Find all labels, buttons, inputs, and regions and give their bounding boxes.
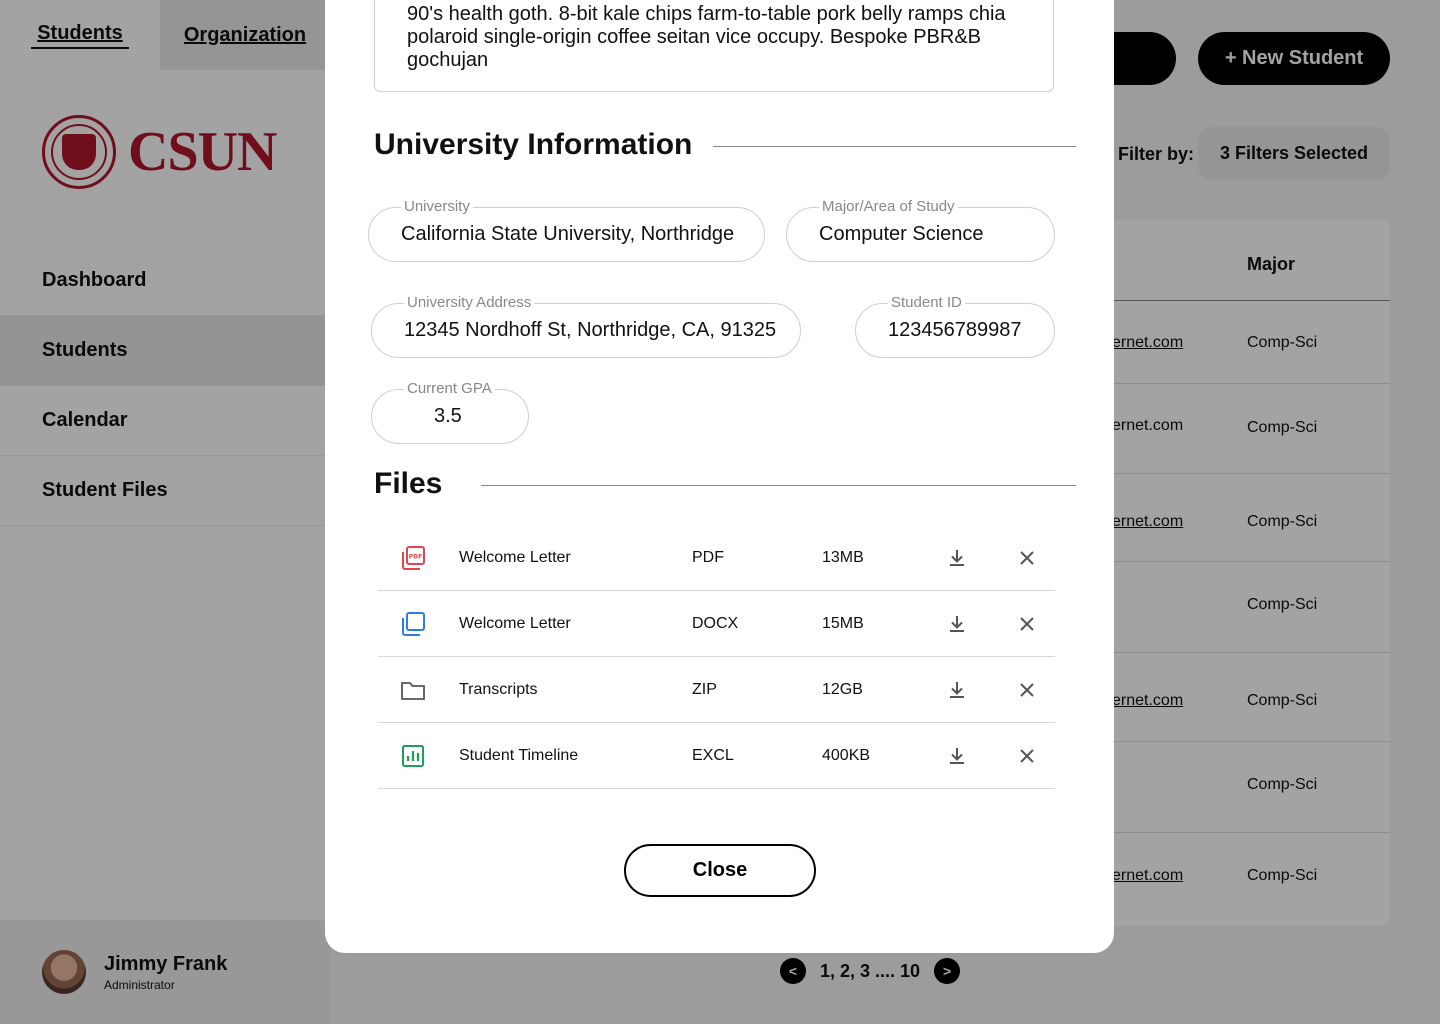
university-address-field[interactable]: University Address 12345 Nordhoff St, No…	[371, 294, 801, 358]
download-icon[interactable]	[946, 745, 968, 767]
file-name: Transcripts	[459, 680, 538, 698]
close-icon[interactable]	[1017, 614, 1037, 634]
chart-icon	[402, 744, 424, 767]
download-icon[interactable]	[946, 679, 968, 701]
section-divider	[713, 146, 1076, 147]
field-value: California State University, Northridge	[401, 223, 735, 245]
field-label: University Address	[404, 294, 535, 312]
field-label: Current GPA	[404, 380, 495, 398]
file-name: Student Timeline	[459, 746, 579, 764]
file-type: ZIP	[692, 680, 717, 698]
field-label: Major/Area of Study	[819, 198, 958, 216]
file-row[interactable]: PDF Welcome Letter PDF 13MB	[378, 525, 1055, 591]
file-type: EXCL	[692, 746, 734, 764]
close-icon[interactable]	[1017, 746, 1037, 766]
close-icon[interactable]	[1017, 548, 1037, 568]
svg-text:PDF: PDF	[409, 553, 422, 560]
close-button[interactable]: Close	[624, 844, 816, 897]
student-id-field[interactable]: Student ID 123456789987	[855, 294, 1055, 358]
field-label: University	[401, 198, 473, 216]
close-icon[interactable]	[1017, 680, 1037, 700]
file-type: DOCX	[692, 614, 739, 632]
file-name: Welcome Letter	[459, 614, 571, 632]
folder-icon	[401, 681, 425, 700]
field-label: Student ID	[888, 294, 965, 312]
file-row[interactable]: Transcripts ZIP 12GB	[378, 657, 1055, 723]
file-size: 13MB	[822, 548, 864, 566]
section-title-files: Files	[374, 467, 443, 500]
docx-icon	[402, 611, 425, 636]
field-value: 3.5	[434, 405, 462, 427]
field-value: Computer Science	[819, 223, 984, 245]
section-title-university: University Information	[374, 128, 693, 161]
file-name: Welcome Letter	[459, 548, 571, 566]
file-size: 15MB	[822, 614, 864, 632]
major-field[interactable]: Major/Area of Study Computer Science	[786, 198, 1055, 262]
bio-textarea[interactable]: 90's health goth. 8-bit kale chips farm-…	[374, 0, 1054, 92]
download-icon[interactable]	[946, 613, 968, 635]
file-size: 400KB	[822, 746, 871, 764]
field-value: 12345 Nordhoff St, Northridge, CA, 91325	[404, 319, 777, 341]
file-type: PDF	[692, 548, 724, 566]
file-size: 12GB	[822, 680, 863, 698]
file-row[interactable]: Student Timeline EXCL 400KB	[378, 723, 1055, 789]
section-divider	[481, 485, 1076, 486]
gpa-field[interactable]: Current GPA 3.5	[371, 380, 529, 444]
field-value: 123456789987	[888, 319, 1022, 341]
file-row[interactable]: Welcome Letter DOCX 15MB	[378, 591, 1055, 657]
download-icon[interactable]	[946, 547, 968, 569]
student-details-modal: 90's health goth. 8-bit kale chips farm-…	[325, 0, 1114, 953]
university-field[interactable]: University California State University, …	[368, 198, 765, 262]
pdf-icon: PDF	[402, 545, 425, 570]
